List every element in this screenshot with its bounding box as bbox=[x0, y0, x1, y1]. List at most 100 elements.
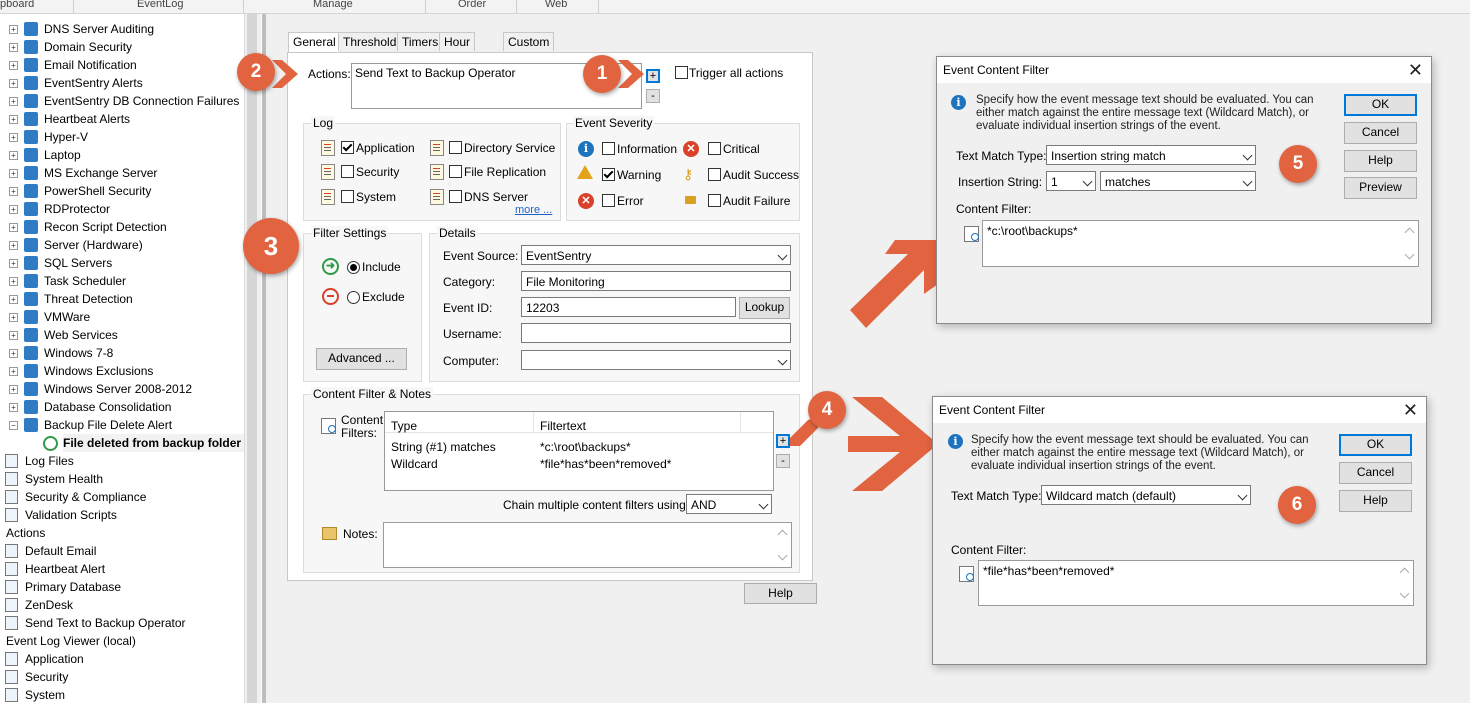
tree-item[interactable]: Web Services bbox=[44, 326, 118, 344]
content-filter-field[interactable]: *file*has*been*removed* bbox=[978, 560, 1414, 606]
scroll-down-icon[interactable] bbox=[1404, 249, 1415, 260]
tree-item[interactable]: Heartbeat Alerts bbox=[44, 110, 130, 128]
tree-expander[interactable]: + bbox=[9, 403, 18, 412]
tree-expander[interactable]: − bbox=[9, 421, 18, 430]
tree-item[interactable]: Hyper-V bbox=[44, 128, 88, 146]
tree-item[interactable]: MS Exchange Server bbox=[44, 164, 157, 182]
cancel-button[interactable]: Cancel bbox=[1339, 462, 1412, 484]
tree-expander[interactable]: + bbox=[9, 43, 18, 52]
include-radio[interactable] bbox=[347, 261, 360, 274]
tree-item[interactable]: Send Text to Backup Operator bbox=[25, 614, 186, 632]
help-button[interactable]: Help bbox=[1344, 150, 1417, 172]
log-file-replication-checkbox[interactable] bbox=[449, 165, 462, 178]
dialog-title-bar[interactable]: Event Content Filter bbox=[933, 397, 1426, 423]
tree-item[interactable]: Email Notification bbox=[44, 56, 137, 74]
column-type[interactable]: Type bbox=[391, 419, 417, 433]
tree-expander[interactable]: + bbox=[9, 241, 18, 250]
content-filter-scrollbar[interactable] bbox=[1402, 221, 1418, 266]
tree-expander[interactable]: + bbox=[9, 97, 18, 106]
cancel-button[interactable]: Cancel bbox=[1344, 122, 1417, 144]
tree-item[interactable]: Validation Scripts bbox=[25, 506, 117, 524]
dialog-title-bar[interactable]: Event Content Filter bbox=[937, 57, 1431, 83]
log-system-checkbox[interactable] bbox=[341, 190, 354, 203]
remove-content-filter-button[interactable]: - bbox=[776, 454, 790, 468]
tab-timers[interactable]: Timers bbox=[397, 32, 444, 51]
tree-item[interactable]: Windows Server 2008-2012 bbox=[44, 380, 192, 398]
tree-expander[interactable]: + bbox=[9, 133, 18, 142]
tree-item[interactable]: Heartbeat Alert bbox=[25, 560, 105, 578]
ribbon-tab-clipboard[interactable]: pboard bbox=[0, 0, 34, 10]
tree-expander[interactable]: + bbox=[9, 169, 18, 178]
filter-row-type[interactable]: String (#1) matches bbox=[391, 440, 496, 454]
actions-list-item[interactable]: Send Text to Backup Operator bbox=[355, 66, 516, 80]
tree-item[interactable]: ZenDesk bbox=[25, 596, 73, 614]
tree-item[interactable]: Actions bbox=[6, 524, 45, 542]
tree-item[interactable]: Laptop bbox=[44, 146, 81, 164]
filter-row-text[interactable]: *c:\root\backups* bbox=[540, 440, 631, 454]
column-filtertext[interactable]: Filtertext bbox=[540, 419, 586, 433]
insertion-string-select[interactable]: 1 bbox=[1046, 171, 1096, 191]
text-match-type-select[interactable]: Insertion string match bbox=[1046, 145, 1256, 165]
tree-item[interactable]: Windows Exclusions bbox=[44, 362, 153, 380]
tree-item[interactable]: PowerShell Security bbox=[44, 182, 151, 200]
tree-expander[interactable]: + bbox=[9, 349, 18, 358]
tree-item[interactable]: RDProtector bbox=[44, 200, 110, 218]
tree-expander[interactable]: + bbox=[9, 25, 18, 34]
tree-item[interactable]: Threat Detection bbox=[44, 290, 133, 308]
tab-general[interactable]: General bbox=[288, 32, 341, 52]
severity-warning-checkbox[interactable] bbox=[602, 168, 615, 181]
remove-action-button[interactable]: - bbox=[646, 89, 660, 103]
content-filters-table[interactable]: Type Filtertext String (#1) matches *c:\… bbox=[384, 411, 774, 491]
tree-expander[interactable]: + bbox=[9, 223, 18, 232]
tree-item[interactable]: Primary Database bbox=[25, 578, 121, 596]
scroll-down-icon[interactable] bbox=[1399, 588, 1410, 599]
ribbon-tab-eventlog[interactable]: EventLog bbox=[137, 0, 183, 10]
more-logs-link[interactable]: more ... bbox=[515, 204, 552, 216]
username-field[interactable] bbox=[521, 323, 791, 343]
tab-custom-event-logs[interactable]: Custom Event Logs bbox=[503, 32, 555, 85]
preview-button[interactable]: Preview bbox=[1344, 177, 1417, 199]
tree-item[interactable]: Task Scheduler bbox=[44, 272, 126, 290]
tree-expander[interactable]: + bbox=[9, 367, 18, 376]
log-directory-service-checkbox[interactable] bbox=[449, 141, 462, 154]
ok-button[interactable]: OK bbox=[1339, 434, 1412, 456]
tab-threshold[interactable]: Threshold bbox=[338, 32, 402, 51]
tree-item[interactable]: Backup File Delete Alert bbox=[44, 416, 172, 434]
lookup-button[interactable]: Lookup bbox=[739, 297, 790, 319]
log-application-checkbox[interactable] bbox=[341, 141, 354, 154]
tree-expander[interactable]: + bbox=[9, 205, 18, 214]
tree-item[interactable]: Database Consolidation bbox=[44, 398, 171, 416]
chain-operator-select[interactable]: AND bbox=[686, 494, 772, 514]
tree-item[interactable]: EventSentry Alerts bbox=[44, 74, 143, 92]
tree-expander[interactable]: + bbox=[9, 259, 18, 268]
trigger-all-actions-checkbox[interactable] bbox=[675, 66, 688, 79]
ribbon-tab-order[interactable]: Order bbox=[458, 0, 486, 10]
tab-hour-day[interactable]: Hour / Day bbox=[439, 32, 476, 85]
insertion-operator-select[interactable]: matches bbox=[1100, 171, 1256, 191]
severity-information-checkbox[interactable] bbox=[602, 142, 615, 155]
tree-expander[interactable]: + bbox=[9, 151, 18, 160]
tree-expander[interactable]: + bbox=[9, 295, 18, 304]
tree-expander[interactable]: + bbox=[9, 385, 18, 394]
scroll-up-icon[interactable] bbox=[777, 529, 788, 540]
notes-field[interactable] bbox=[383, 522, 792, 568]
tree-item[interactable]: Server (Hardware) bbox=[44, 236, 143, 254]
content-filter-scrollbar[interactable] bbox=[1397, 561, 1413, 605]
ribbon-tab-web[interactable]: Web bbox=[545, 0, 567, 10]
tree-expander[interactable]: + bbox=[9, 61, 18, 70]
content-filter-field[interactable]: *c:\root\backups* bbox=[982, 220, 1419, 267]
close-icon[interactable]: ✕ bbox=[1403, 397, 1418, 423]
tree-expander[interactable]: + bbox=[9, 187, 18, 196]
help-button[interactable]: Help bbox=[744, 583, 817, 604]
tree-item[interactable]: DNS Server Auditing bbox=[44, 20, 154, 38]
tree-item[interactable]: Default Email bbox=[25, 542, 96, 560]
close-icon[interactable]: ✕ bbox=[1408, 57, 1423, 83]
log-security-checkbox[interactable] bbox=[341, 165, 354, 178]
severity-audit-success-checkbox[interactable] bbox=[708, 168, 721, 181]
severity-error-checkbox[interactable] bbox=[602, 194, 615, 207]
category-field[interactable]: File Monitoring bbox=[521, 271, 791, 291]
scroll-down-icon[interactable] bbox=[777, 550, 788, 561]
ribbon-tab-manage[interactable]: Manage bbox=[313, 0, 353, 10]
tree-scrollbar-thumb[interactable] bbox=[247, 14, 257, 703]
tree-item[interactable]: Recon Script Detection bbox=[44, 218, 167, 236]
